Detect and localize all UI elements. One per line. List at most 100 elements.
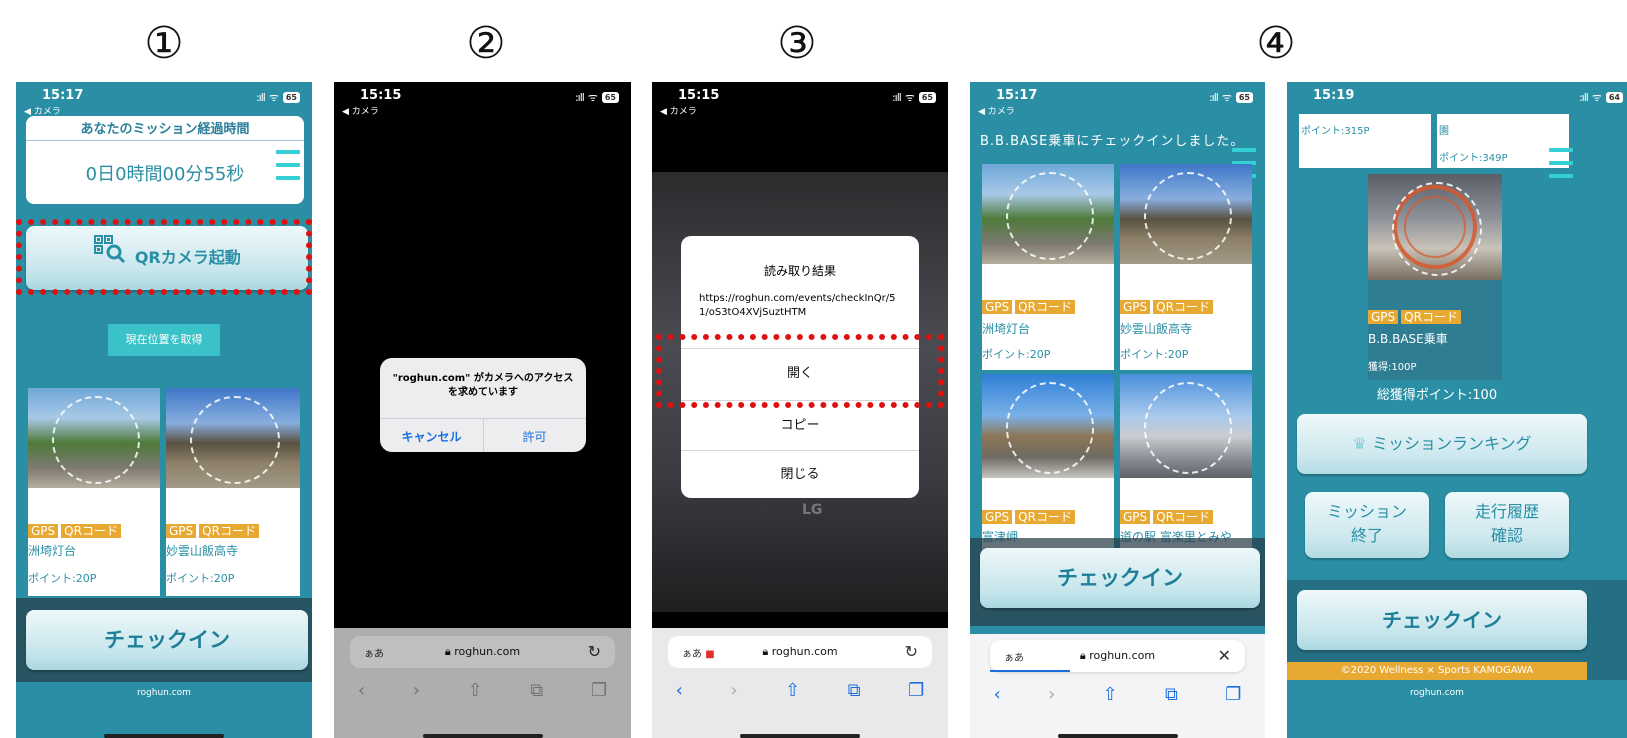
bookmarks-icon[interactable]: ⧉ [1165, 684, 1178, 708]
spot-photo [982, 164, 1114, 264]
spot-points: ポイント:20P [982, 348, 1051, 361]
step-number-4: ④ [1256, 18, 1296, 69]
phone-screen-4a: 15:17 ◀ カメラ :ıll ᯤ 65 B.B.BASE乗車にチェックインし… [970, 82, 1265, 738]
gps-tag: GPS [1120, 300, 1151, 314]
ride-history-button[interactable]: 走行履歴 確認 [1445, 492, 1569, 558]
hamburger-menu-icon[interactable] [276, 150, 300, 180]
camera-permission-dialog: "roghun.com" がカメラへのアクセスを求めています キャンセル 許可 [380, 358, 586, 452]
back-to-camera-link[interactable]: ◀ カメラ [978, 104, 1015, 117]
total-points: 総獲得ポイント:100 [1376, 388, 1498, 403]
back-to-camera-link[interactable]: ◀ カメラ [660, 104, 697, 117]
spot-card[interactable]: GPS QRコード 富津岬 [982, 374, 1114, 554]
page-load-progress [990, 670, 1070, 672]
gps-tag: GPS [982, 510, 1013, 524]
url-host: roghun.com [1089, 649, 1156, 662]
spot-photo [1120, 374, 1252, 478]
address-bar[interactable]: ぁあ 🔒︎ roghun.com ↻ [350, 636, 615, 668]
step-number-3: ③ [777, 18, 817, 69]
address-bar[interactable]: ぁあ ■ 🔒︎ roghun.com ↻ [668, 636, 932, 668]
spot-card[interactable]: GPS QRコード B.B.BASE乗車 獲得:100P [1368, 174, 1502, 380]
wifi-icon: ᯤ [268, 91, 279, 104]
spot-points: ポイント:349P [1439, 153, 1508, 164]
gps-tag: GPS [166, 524, 197, 538]
checkin-button[interactable]: チェックイン [980, 548, 1260, 608]
spot-card[interactable]: GPS QRコード 妙雲山飯高寺 ポイント:20P [1120, 164, 1252, 370]
footer-url: roghun.com [1410, 688, 1464, 698]
allow-button[interactable]: 許可 [483, 428, 586, 445]
address-bar[interactable]: ぁあ 🔒︎ roghun.com ✕ [990, 640, 1245, 672]
status-time: 15:19 [1313, 88, 1355, 103]
battery-icon: 65 [918, 92, 936, 103]
share-icon[interactable]: ⇧ [785, 680, 800, 704]
reload-icon[interactable]: ↻ [588, 642, 601, 661]
timer-title: あなたのミッション経過時間 [80, 122, 250, 137]
qr-tag: QRコード [199, 524, 259, 538]
gps-tag: GPS [1120, 510, 1151, 524]
crown-icon: ♛ [1352, 434, 1367, 453]
spot-points: ポイント:20P [28, 572, 97, 585]
spot-name: 妙雲山飯高寺 [166, 544, 239, 558]
mission-end-button[interactable]: ミッション 終了 [1305, 492, 1429, 558]
back-arrow-icon[interactable]: ‹ [676, 680, 683, 704]
share-icon[interactable]: ⇧ [1103, 684, 1118, 708]
forward-arrow-icon[interactable]: › [1048, 684, 1055, 708]
phone-screen-2: 15:15 ◀ カメラ :ıll ᯤ 65 "roghun.com" がカメラへ… [334, 82, 631, 738]
phone-screen-3: LG 15:15 ◀ カメラ :ıll ᯤ 65 読み取り結果 https://… [652, 82, 948, 738]
hamburger-menu-icon[interactable] [1549, 148, 1573, 178]
status-time: 15:15 [678, 88, 720, 103]
cancel-button[interactable]: キャンセル [380, 428, 483, 445]
reload-icon[interactable]: ↻ [905, 642, 918, 661]
spot-name: B.B.BASE乗車 [1368, 332, 1448, 346]
bookmarks-icon[interactable]: ⧉ [530, 680, 543, 704]
get-location-button[interactable]: 現在位置を取得 [108, 324, 220, 356]
tabs-icon[interactable]: ❐ [1225, 684, 1241, 708]
close-button[interactable]: 閉じる [681, 450, 919, 498]
result-title: 読み取り結果 [763, 264, 836, 278]
spot-photo [166, 388, 300, 488]
qr-tag: QRコード [1401, 310, 1461, 324]
tutorial-page: ① ② ③ ④ 15:17 ◀ カメラ :ıll ᯤ 65 あなたのミッション経… [0, 0, 1627, 738]
checkin-message: B.B.BASE乗車にチェックインしました。 [980, 134, 1245, 149]
spot-card[interactable]: GPS QRコード 洲埼灯台 ポイント:20P [28, 388, 160, 596]
stop-loading-icon[interactable]: ✕ [1218, 646, 1231, 665]
back-arrow-icon[interactable]: ‹ [994, 684, 1001, 708]
gps-tag: GPS [1368, 310, 1399, 324]
signal-icon: :ıll [1208, 91, 1219, 104]
spot-points: ポイント:20P [166, 572, 235, 585]
gps-tag: GPS [28, 524, 59, 538]
gps-tag: GPS [982, 300, 1013, 314]
back-to-camera-link[interactable]: ◀ カメラ [342, 104, 379, 117]
spot-name-fragment: 園 [1439, 126, 1449, 137]
forward-arrow-icon[interactable]: › [413, 680, 420, 704]
tabs-icon[interactable]: ❐ [908, 680, 924, 704]
spot-photo [1120, 164, 1252, 264]
wifi-icon: ᯤ [904, 91, 915, 104]
status-bar: 15:17 ◀ カメラ :ıll ᯤ 65 [16, 82, 312, 118]
spot-score-box: ポイント:315P [1299, 114, 1431, 168]
spot-card[interactable]: GPS QRコード 道の駅 富楽里とみや [1120, 374, 1252, 554]
spot-photo [28, 388, 160, 488]
spot-card[interactable]: GPS QRコード 妙雲山飯高寺 ポイント:20P [166, 388, 300, 596]
mission-ranking-button[interactable]: ♛ ミッションランキング [1297, 414, 1587, 474]
battery-icon: 65 [1235, 92, 1253, 103]
signal-icon: :ıll [255, 91, 266, 104]
signal-icon: :ıll [574, 91, 585, 104]
checkin-button[interactable]: チェックイン [1297, 590, 1587, 650]
spot-photo [982, 374, 1114, 478]
highlight-qr-button [16, 219, 312, 295]
bookmarks-icon[interactable]: ⧉ [848, 680, 861, 704]
qr-tag: QRコード [1153, 510, 1213, 524]
ranking-label: ミッションランキング [1371, 434, 1532, 453]
spot-name: 洲埼灯台 [28, 544, 77, 558]
back-arrow-icon[interactable]: ‹ [358, 680, 365, 704]
checkin-button[interactable]: チェックイン [26, 610, 308, 670]
status-time: 15:17 [996, 88, 1038, 103]
tabs-icon[interactable]: ❐ [591, 680, 607, 704]
qr-tag: QRコード [1153, 300, 1213, 314]
share-icon[interactable]: ⇧ [468, 680, 483, 704]
result-url: https://roghun.com/events/checkInQr/51/o… [699, 293, 896, 318]
signal-icon: :ıll [1578, 91, 1589, 104]
lock-icon: 🔒︎ [444, 645, 455, 658]
spot-card[interactable]: GPS QRコード 洲埼灯台 ポイント:20P [982, 164, 1114, 370]
forward-arrow-icon[interactable]: › [730, 680, 737, 704]
